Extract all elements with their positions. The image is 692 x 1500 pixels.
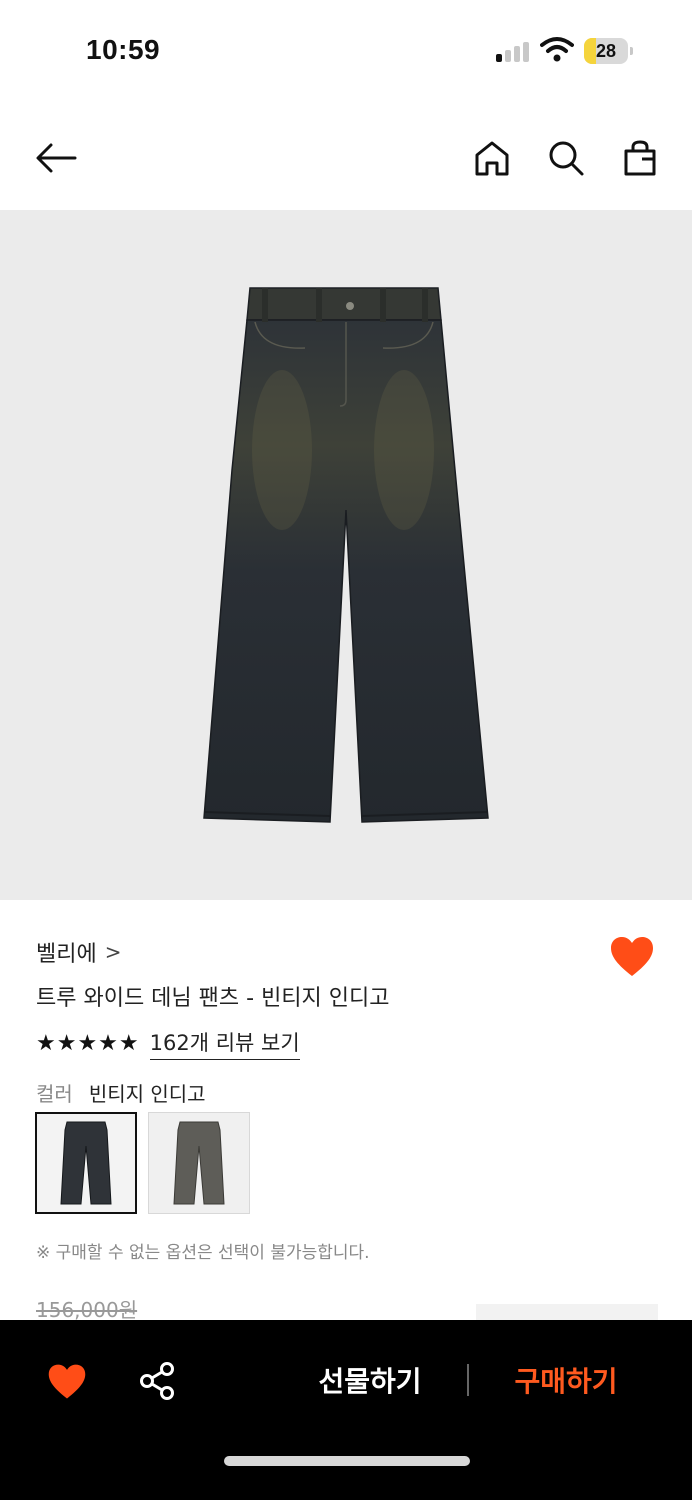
color-swatch-vintage-indigo[interactable]	[35, 1112, 137, 1214]
color-option-row: 컬러 빈티지 인디고	[36, 1078, 206, 1107]
top-navigation	[0, 118, 692, 198]
original-price: 156,000원	[36, 1298, 138, 1322]
home-indicator[interactable]	[224, 1456, 470, 1466]
color-swatch-gray[interactable]	[148, 1112, 250, 1214]
shopping-bag-icon	[624, 140, 656, 176]
bottom-action-bar: 선물하기 구매하기	[0, 1320, 692, 1500]
heart-icon	[48, 1364, 86, 1399]
search-button[interactable]	[544, 136, 588, 180]
share-button[interactable]	[136, 1360, 178, 1402]
buy-button[interactable]: 구매하기	[496, 1360, 636, 1404]
jeans-icon	[203, 287, 489, 823]
wifi-icon	[540, 36, 574, 62]
gift-button[interactable]: 선물하기	[300, 1360, 440, 1404]
product-title: 트루 와이드 데님 팬츠 - 빈티지 인디고	[36, 986, 390, 1011]
rating-stars: ★★★★★	[36, 1031, 140, 1056]
back-button[interactable]	[34, 136, 78, 180]
chevron-right-icon: >	[104, 940, 122, 964]
search-icon	[549, 141, 584, 176]
share-icon	[140, 1362, 174, 1400]
brand-name: 벨리에	[36, 942, 97, 967]
jeans-thumbnail-icon	[173, 1121, 225, 1205]
selected-color-value: 빈티지 인디고	[88, 1082, 206, 1106]
cart-button[interactable]	[618, 136, 662, 180]
wishlist-button[interactable]	[608, 934, 656, 980]
home-icon	[475, 141, 509, 176]
jeans-thumbnail-icon	[60, 1121, 112, 1205]
color-label: 컬러	[36, 1082, 73, 1106]
product-image[interactable]	[0, 210, 692, 900]
brand-link[interactable]: 벨리에 >	[36, 936, 122, 968]
battery-level: 28	[595, 41, 617, 61]
arrow-left-icon	[36, 143, 77, 173]
cellular-signal-icon	[496, 40, 532, 62]
review-link[interactable]: 162개 리뷰 보기	[149, 1027, 300, 1060]
heart-icon	[611, 937, 653, 976]
bottom-wishlist-button[interactable]	[46, 1362, 88, 1402]
rating-row: ★★★★★ 162개 리뷰 보기	[36, 1027, 300, 1060]
battery-icon: 28	[584, 38, 633, 64]
divider	[467, 1364, 469, 1396]
option-notice: ※ 구매할 수 없는 옵션은 선택이 불가능합니다.	[36, 1243, 370, 1263]
status-bar: 10:59 28	[0, 0, 692, 100]
status-time: 10:59	[86, 34, 161, 65]
home-button[interactable]	[470, 136, 514, 180]
